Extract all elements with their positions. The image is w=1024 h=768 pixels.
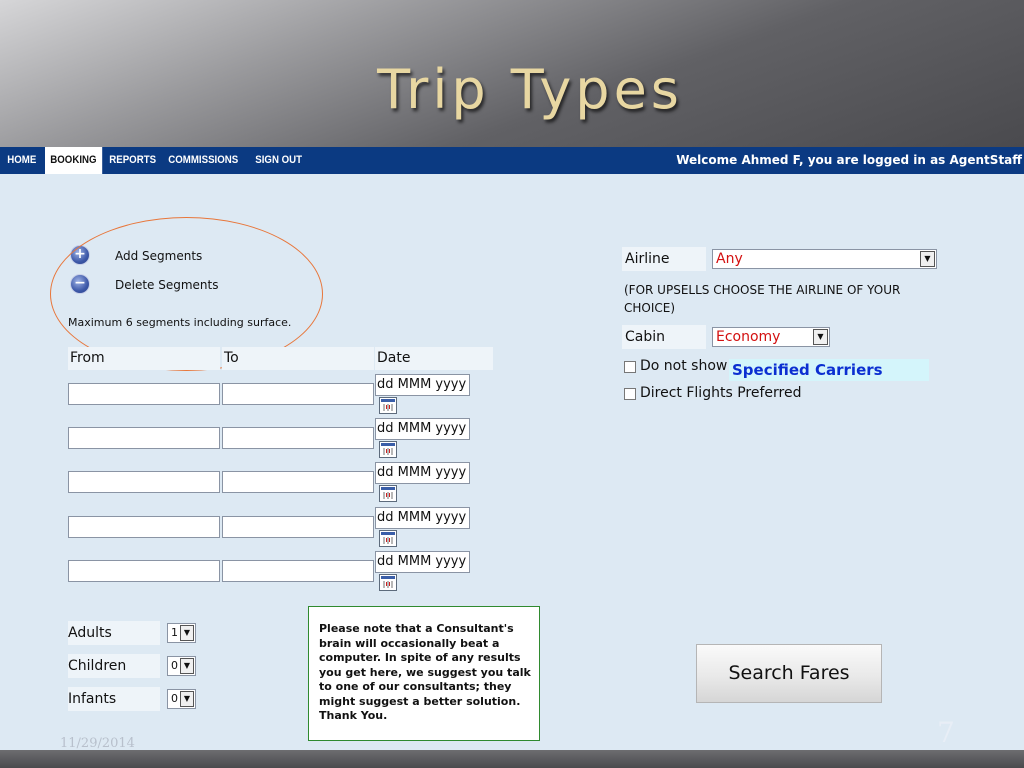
calendar-icon[interactable] — [379, 397, 397, 414]
direct-flights-checkbox[interactable] — [624, 388, 636, 400]
from-input[interactable] — [68, 516, 220, 538]
from-input[interactable] — [68, 427, 220, 449]
nav-commissions[interactable]: COMMISSIONS — [163, 147, 243, 174]
chevron-down-icon: ▼ — [180, 691, 194, 707]
consultant-note: Please note that a Consultant's brain wi… — [308, 606, 540, 741]
to-input[interactable] — [222, 383, 374, 405]
nav-booking[interactable]: BOOKING — [45, 147, 102, 174]
cabin-select[interactable]: Economy ▼ — [712, 327, 830, 347]
do-not-show-checkbox[interactable] — [624, 361, 636, 373]
chevron-down-icon: ▼ — [180, 625, 194, 641]
direct-flights-label: Direct Flights Preferred — [640, 385, 802, 401]
adults-label: Adults — [68, 621, 160, 645]
nav-reports[interactable]: REPORTS — [104, 147, 161, 174]
date-input[interactable]: dd MMM yyyy — [375, 462, 470, 484]
from-header: From — [68, 347, 220, 370]
cabin-label: Cabin — [622, 325, 706, 349]
search-fares-button[interactable]: Search Fares — [696, 644, 882, 703]
date-input[interactable]: dd MMM yyyy — [375, 551, 470, 573]
calendar-icon[interactable] — [379, 530, 397, 547]
to-input[interactable] — [222, 560, 374, 582]
children-label: Children — [68, 654, 160, 678]
slide-footer-band — [0, 750, 1024, 768]
date-header: Date — [375, 347, 493, 370]
to-input[interactable] — [222, 471, 374, 493]
infants-select[interactable]: 0 ▼ — [167, 689, 196, 709]
date-input[interactable]: dd MMM yyyy — [375, 507, 470, 529]
chevron-down-icon: ▼ — [180, 658, 194, 674]
to-header: To — [222, 347, 374, 370]
adults-select[interactable]: 1 ▼ — [167, 623, 196, 643]
children-select[interactable]: 0 ▼ — [167, 656, 196, 676]
chevron-down-icon: ▼ — [813, 329, 828, 345]
nav-home[interactable]: HOME — [2, 147, 42, 174]
calendar-icon[interactable] — [379, 485, 397, 502]
from-input[interactable] — [68, 560, 220, 582]
nav-sign-out[interactable]: SIGN OUT — [250, 147, 307, 174]
infants-label: Infants — [68, 687, 160, 711]
calendar-icon[interactable] — [379, 441, 397, 458]
date-input[interactable]: dd MMM yyyy — [375, 374, 470, 396]
do-not-show-label: Do not show — [640, 358, 728, 374]
to-input[interactable] — [222, 516, 374, 538]
calendar-icon[interactable] — [379, 574, 397, 591]
airline-select[interactable]: Any ▼ — [712, 249, 937, 269]
slide-date: 11/29/2014 — [60, 736, 135, 751]
slide-page-number: 7 — [937, 716, 955, 749]
slide-title: Trip Types — [377, 58, 683, 121]
upsell-note: (FOR UPSELLS CHOOSE THE AIRLINE OF YOUR … — [624, 283, 901, 315]
booking-screenshot: HOME BOOKING REPORTS COMMISSIONS SIGN OU… — [0, 147, 1024, 750]
welcome-message: Welcome Ahmed F, you are logged in as Ag… — [676, 153, 1022, 167]
from-input[interactable] — [68, 471, 220, 493]
airline-label: Airline — [622, 247, 706, 271]
top-navbar: HOME BOOKING REPORTS COMMISSIONS SIGN OU… — [0, 147, 1024, 174]
to-input[interactable] — [222, 427, 374, 449]
chevron-down-icon: ▼ — [920, 251, 935, 267]
specified-carriers-link[interactable]: Specified Carriers — [729, 359, 929, 381]
date-input[interactable]: dd MMM yyyy — [375, 418, 470, 440]
from-input[interactable] — [68, 383, 220, 405]
